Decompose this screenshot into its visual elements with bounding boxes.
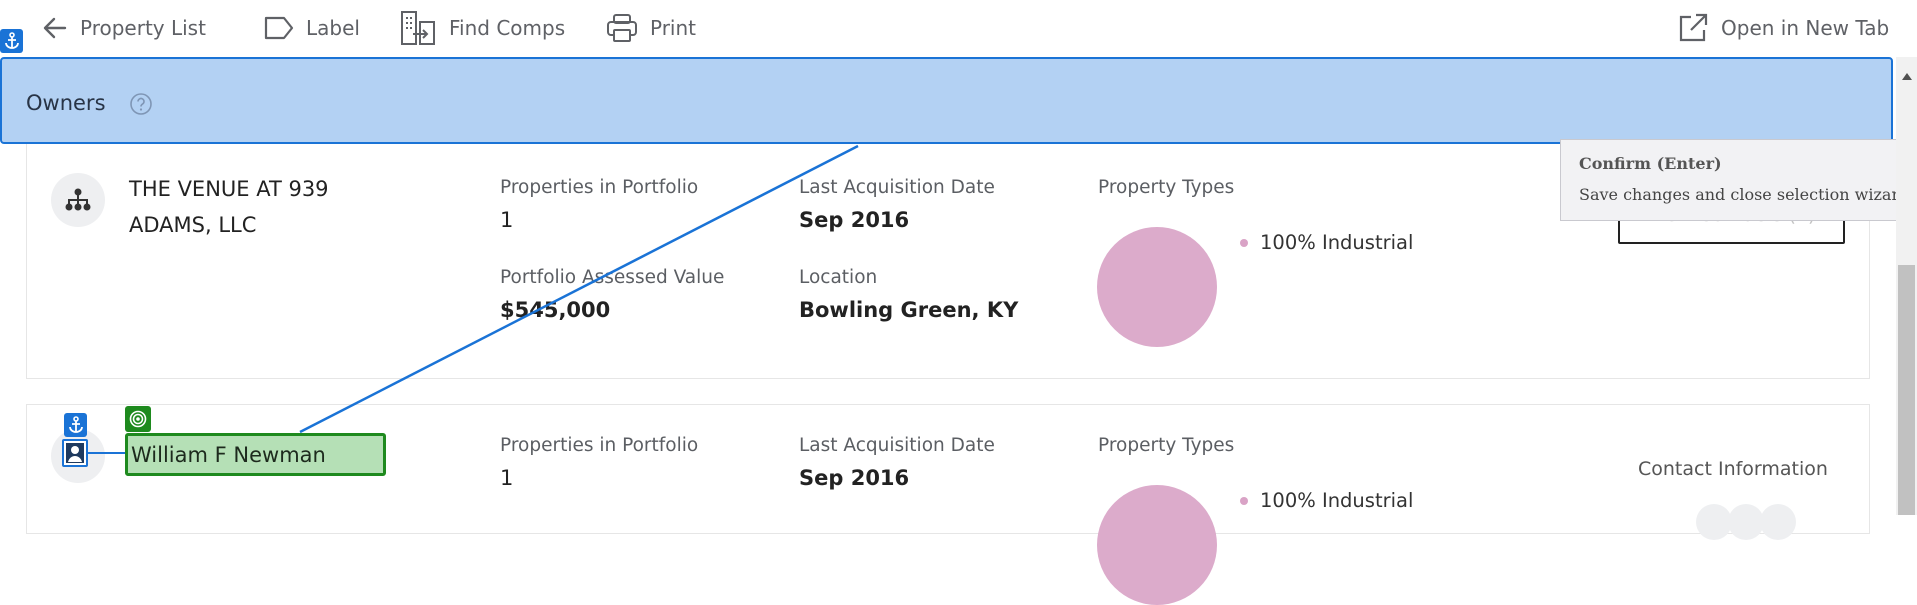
contact-icon-placeholder[interactable] — [1696, 504, 1732, 540]
acquisition-value: Sep 2016 — [799, 208, 910, 232]
acquisition-label: Last Acquisition Date — [799, 177, 995, 198]
property-types-legend: 100% Industrial — [1240, 231, 1413, 254]
acquisition-value: Sep 2016 — [799, 466, 910, 490]
legend-dot — [1240, 238, 1248, 247]
anchor-icon — [64, 413, 87, 437]
anchor-link-line — [88, 452, 125, 454]
owner-name-selected[interactable]: William F Newman — [125, 433, 386, 476]
contact-information-label: Contact Information — [1638, 458, 1828, 480]
property-types-pie — [1097, 485, 1217, 605]
assessed-label: Portfolio Assessed Value — [500, 267, 725, 288]
target-icon — [125, 406, 151, 432]
properties-label: Properties in Portfolio — [500, 177, 699, 198]
anchor-icon — [0, 29, 23, 53]
legend-label: 100% Industrial — [1260, 489, 1414, 512]
properties-value: 1 — [500, 466, 514, 490]
tooltip-text: Save changes and close selection wizard. — [1579, 185, 1915, 204]
section-title: Owners — [26, 91, 106, 115]
toolbar: Property List Label Find Comps Print Ope… — [0, 0, 1917, 58]
help-circle-icon[interactable] — [129, 92, 153, 121]
property-types-label: Property Types — [1098, 435, 1235, 456]
label-label: Label — [306, 16, 360, 40]
property-list-button[interactable]: Property List — [42, 10, 206, 46]
print-button[interactable]: Print — [606, 10, 696, 46]
property-types-pie — [1097, 227, 1217, 347]
owner-name-line1: THE VENUE AT 939 — [129, 177, 329, 201]
printer-icon — [606, 13, 638, 43]
owners-section-header[interactable]: Owners — [0, 57, 1893, 144]
open-new-tab-button[interactable]: Open in New Tab — [1677, 10, 1889, 46]
acquisition-label: Last Acquisition Date — [799, 435, 995, 456]
properties-label: Properties in Portfolio — [500, 435, 699, 456]
assessed-value: $545,000 — [500, 298, 611, 322]
person-icon — [62, 439, 88, 467]
property-list-label: Property List — [80, 16, 206, 40]
legend-dot — [1240, 496, 1248, 505]
arrow-left-icon — [42, 15, 68, 41]
owner-name-line2: ADAMS, LLC — [129, 213, 257, 237]
location-label: Location — [799, 267, 878, 288]
owner-name[interactable]: THE VENUE AT 939 ADAMS, LLC — [129, 171, 329, 243]
external-link-icon — [1677, 12, 1709, 44]
tag-icon — [264, 16, 294, 40]
buildings-compare-icon — [399, 10, 437, 46]
scroll-up-icon[interactable] — [1902, 73, 1912, 80]
property-types-label: Property Types — [1098, 177, 1235, 198]
org-chart-icon — [51, 173, 105, 227]
tooltip-title: Confirm (Enter) — [1579, 154, 1722, 173]
contact-icon-placeholder[interactable] — [1728, 504, 1764, 540]
find-comps-label: Find Comps — [449, 16, 566, 40]
print-label: Print — [650, 16, 697, 40]
property-types-legend: 100% Industrial — [1240, 489, 1413, 512]
find-comps-button[interactable]: Find Comps — [399, 10, 565, 46]
contact-icon-placeholder[interactable] — [1760, 504, 1796, 540]
properties-value: 1 — [500, 208, 514, 232]
label-button[interactable]: Label — [264, 10, 360, 46]
confirm-tooltip: Confirm (Enter) Save changes and close s… — [1560, 139, 1917, 221]
legend-label: 100% Industrial — [1260, 231, 1414, 254]
location-value: Bowling Green, KY — [799, 298, 1019, 322]
scrollbar-thumb[interactable] — [1898, 265, 1915, 515]
open-new-tab-label: Open in New Tab — [1721, 16, 1890, 40]
